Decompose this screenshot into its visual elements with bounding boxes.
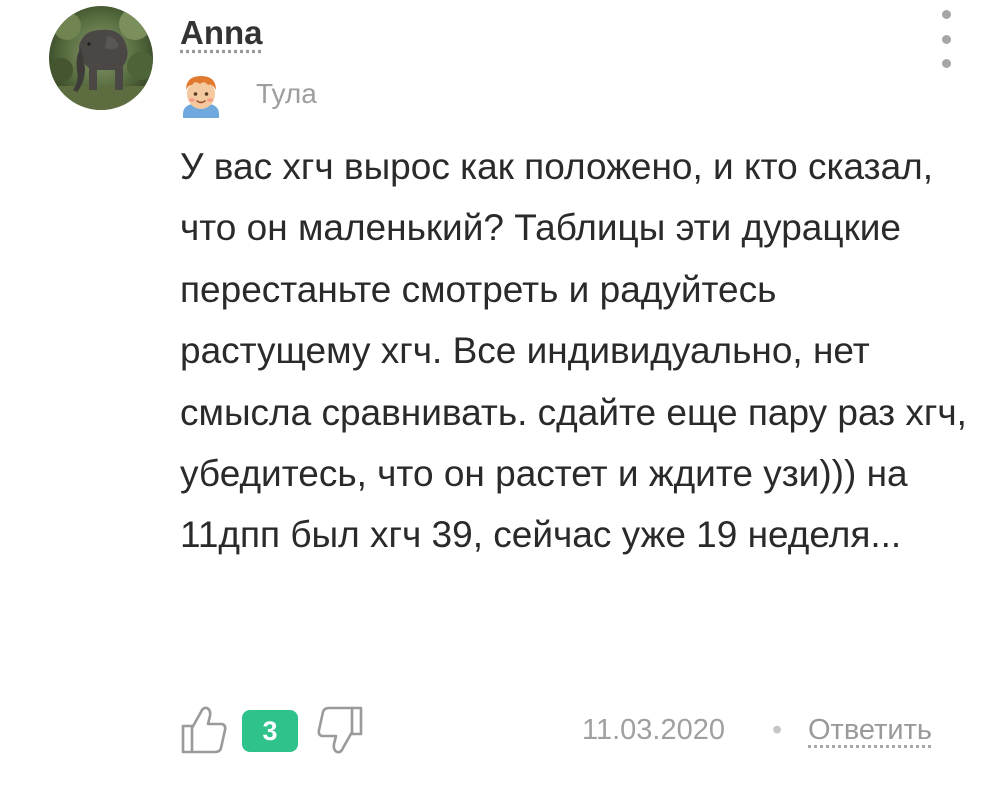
separator-dot: •	[772, 714, 783, 746]
like-count-badge: 3	[242, 710, 298, 752]
boy-face-badge-icon	[183, 76, 219, 118]
avatar[interactable]	[49, 6, 153, 110]
comment-text: У вас хгч вырос как положено, и кто сказ…	[180, 146, 967, 556]
thumbs-up-icon[interactable]	[180, 704, 228, 756]
more-vertical-icon[interactable]	[926, 10, 966, 68]
comment-footer: 3 11.03.2020 • Ответить	[180, 702, 950, 758]
menu-dot	[941, 34, 951, 44]
menu-dot	[941, 10, 951, 19]
comment-date: 11.03.2020	[582, 714, 725, 746]
thumbs-down-icon[interactable]	[316, 704, 364, 756]
author-city: Тула	[256, 78, 317, 109]
author-name[interactable]: Anna	[180, 14, 263, 52]
author-meta: Тула	[180, 70, 317, 118]
reply-link[interactable]: Ответить	[808, 714, 932, 747]
elephant-photo-avatar	[49, 6, 153, 110]
menu-dot	[941, 59, 951, 68]
